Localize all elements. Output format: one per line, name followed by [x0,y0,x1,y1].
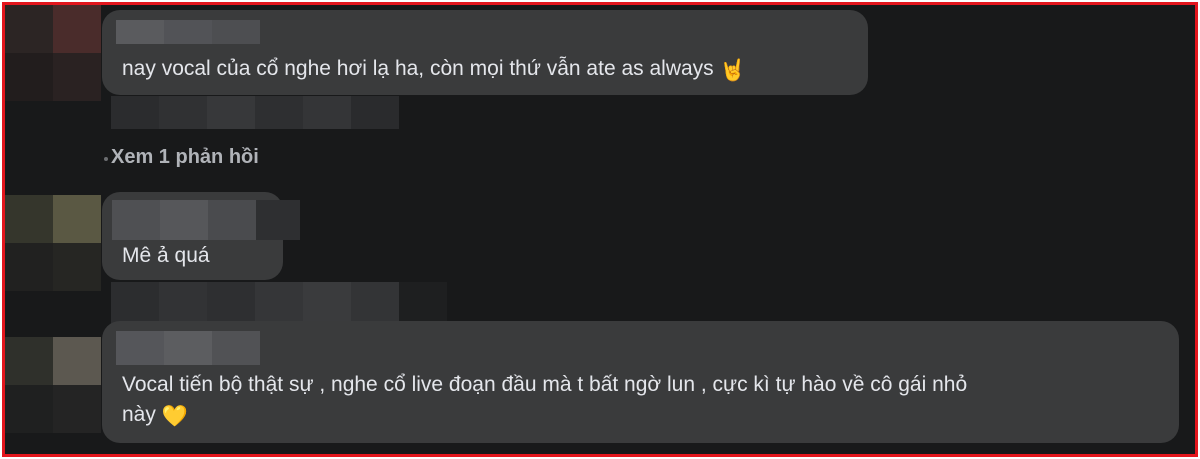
view-replies-link[interactable]: Xem 1 phản hồi [111,146,259,169]
rock-hand-emoji-icon: 🤘 [719,59,746,82]
comment-text: Vocal tiến bộ thật sự , nghe cổ live đoạ… [122,370,967,432]
comment-text-content: Mê ả quá [122,244,210,267]
comment-text-line-1: Vocal tiến bộ thật sự , nghe cổ live đoạ… [122,373,968,396]
comment-bubble: Vocal tiến bộ thật sự , nghe cổ live đoạ… [102,321,1179,443]
comment-text: nay vocal của cổ nghe hơi lạ ha, còn mọi… [122,54,746,86]
comment-bubble: nay vocal của cổ nghe hơi lạ ha, còn mọi… [102,10,868,95]
comment-bubble: Mê ả quá [102,192,300,280]
reply-thread-dot [104,157,108,161]
comment-text: Mê ả quá [122,241,210,271]
yellow-heart-emoji-icon: 💛 [161,405,189,428]
comment-text-content: này [122,403,156,426]
comments-panel: nay vocal của cổ nghe hơi lạ ha, còn mọi… [2,2,1198,457]
comment-text-content: nay vocal của cổ nghe hơi lạ ha, còn mọi… [122,57,714,80]
comment-text-line-2: này 💛 [122,400,967,432]
